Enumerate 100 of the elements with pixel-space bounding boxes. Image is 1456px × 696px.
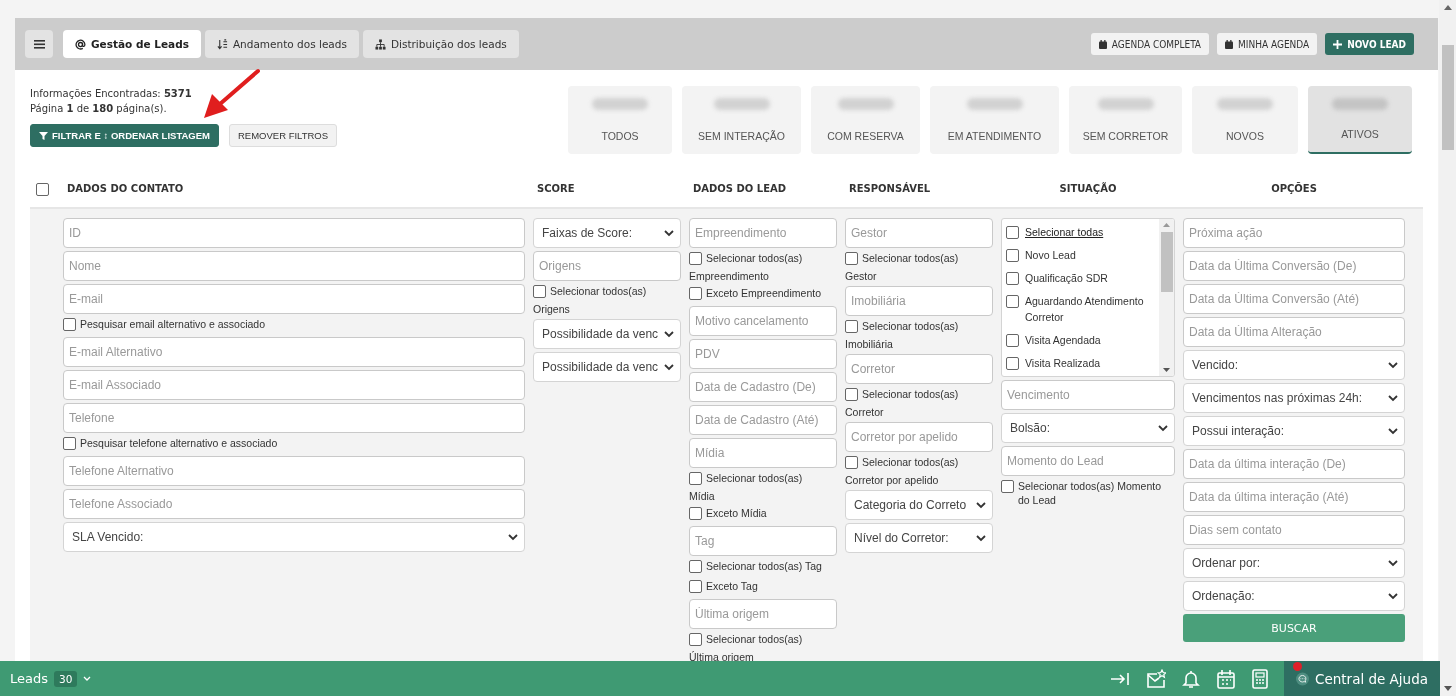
select-field[interactable]: Bolsão: <box>1001 413 1175 443</box>
checkbox[interactable] <box>689 472 702 485</box>
select-field[interactable]: Nível do Corretor: <box>845 523 993 553</box>
agenda-button[interactable]: AGENDA COMPLETA <box>1090 33 1209 55</box>
text-field[interactable]: Data da última interação (De) <box>1183 449 1405 479</box>
text-field[interactable]: Empreendimento <box>689 218 837 248</box>
checkbox-label: Selecionar todos(as) <box>706 251 803 265</box>
checkbox[interactable] <box>63 437 76 450</box>
text-field[interactable]: Imobiliária <box>845 286 993 316</box>
text-field[interactable]: Data de Cadastro (Até) <box>689 405 837 435</box>
checkbox[interactable] <box>845 388 858 401</box>
scroll-up-icon[interactable] <box>1443 5 1452 10</box>
text-field[interactable]: Momento do Lead <box>1001 446 1175 476</box>
text-field[interactable]: Tag <box>689 526 837 556</box>
help-center-button[interactable]: Central de Ajuda <box>1284 661 1440 696</box>
text-field[interactable]: Nome <box>63 251 525 281</box>
select-field[interactable]: Vencimentos nas próximas 24h: <box>1183 383 1405 413</box>
text-field[interactable]: Telefone <box>63 403 525 433</box>
text-field[interactable]: Última origem <box>689 599 837 629</box>
menu-button[interactable] <box>25 30 53 58</box>
bell-icon[interactable] <box>1182 668 1200 689</box>
text-field[interactable]: Origens <box>533 251 681 281</box>
arrow-to-line-icon[interactable] <box>1110 670 1130 687</box>
select-all-link[interactable]: Selecionar todas <box>1025 224 1104 240</box>
scroll-thumb[interactable] <box>1160 232 1173 292</box>
text-field[interactable]: E-mail <box>63 284 525 314</box>
checkbox[interactable] <box>533 285 546 298</box>
checkbox[interactable] <box>1006 357 1019 370</box>
text-field[interactable]: Data da Última Conversão (Até) <box>1183 284 1405 314</box>
select-field[interactable]: Faixas de Score: <box>533 218 681 248</box>
checkbox[interactable] <box>845 252 858 265</box>
checkbox[interactable] <box>689 507 702 520</box>
status-card[interactable]: EM ATENDIMENTO <box>930 86 1059 154</box>
blurred-value <box>1217 98 1273 110</box>
status-card[interactable]: COM RESERVA <box>811 86 920 154</box>
checkbox[interactable] <box>63 318 76 331</box>
text-field[interactable]: E-mail Alternativo <box>63 337 525 367</box>
scroll-thumb[interactable] <box>1441 45 1454 150</box>
text-field[interactable]: PDV <box>689 339 837 369</box>
tab[interactable]: Andamento dos leads <box>204 30 359 58</box>
checkbox-label: Qualificação SDR <box>1025 271 1108 286</box>
select-field[interactable]: SLA Vencido: <box>63 522 525 552</box>
tab[interactable]: Gestão de Leads <box>63 30 201 58</box>
text-field[interactable]: Data da Última Alteração <box>1183 317 1405 347</box>
select-field[interactable]: Possibilidade da venc <box>533 319 681 349</box>
text-field[interactable]: Data de Cadastro (De) <box>689 372 837 402</box>
checkbox[interactable] <box>1006 272 1019 285</box>
agenda-button[interactable]: MINHA AGENDA <box>1217 33 1318 55</box>
checkbox[interactable] <box>1006 295 1019 308</box>
text-field[interactable]: Vencimento <box>1001 380 1175 410</box>
text-field[interactable]: Data da Última Conversão (De) <box>1183 251 1405 281</box>
checkbox[interactable] <box>845 456 858 469</box>
text-field[interactable]: Dias sem contato <box>1183 515 1405 545</box>
status-card[interactable]: NOVOS <box>1192 86 1298 154</box>
tab[interactable]: Distribuição dos leads <box>362 30 519 58</box>
text-field[interactable]: Mídia <box>689 438 837 468</box>
select-field[interactable]: Ordenação: <box>1183 581 1405 611</box>
new-lead-button[interactable]: NOVO LEAD <box>1325 33 1414 55</box>
status-card[interactable]: ATIVOS <box>1308 86 1412 154</box>
envelope-star-icon[interactable] <box>1146 668 1166 689</box>
checkbox[interactable] <box>1006 334 1019 347</box>
checkbox[interactable] <box>689 287 702 300</box>
text-field[interactable]: ID <box>63 218 525 248</box>
remove-filters-button[interactable]: REMOVER FILTROS <box>229 124 338 147</box>
select-field[interactable]: Possibilidade da venc <box>533 352 681 382</box>
scrollbar[interactable] <box>1159 219 1174 376</box>
text-field[interactable]: Motivo cancelamento <box>689 306 837 336</box>
text-field[interactable]: E-mail Associado <box>63 370 525 400</box>
calculator-icon[interactable] <box>1252 668 1268 689</box>
text-field[interactable]: Próxima ação <box>1183 218 1405 248</box>
checkbox[interactable] <box>1006 226 1019 239</box>
scroll-down-icon[interactable] <box>1163 368 1170 372</box>
text-field[interactable]: Telefone Associado <box>63 489 525 519</box>
checkbox[interactable] <box>689 252 702 265</box>
text-field[interactable]: Corretor por apelido <box>845 422 993 452</box>
status-card[interactable]: SEM INTERAÇÃO <box>682 86 801 154</box>
select-field[interactable]: Vencido: <box>1183 350 1405 380</box>
scroll-down-icon[interactable] <box>1443 686 1452 691</box>
select-field[interactable]: Categoria do Correto <box>845 490 993 520</box>
module-switcher[interactable]: Leads 30 <box>0 670 102 687</box>
checkbox[interactable] <box>1001 480 1014 493</box>
checkbox[interactable] <box>845 320 858 333</box>
checkbox-label: Exceto Mídia <box>706 506 767 520</box>
checkbox[interactable] <box>689 633 702 646</box>
checkbox[interactable] <box>689 580 702 593</box>
calendar-icon[interactable] <box>1216 668 1236 689</box>
filter-sort-button[interactable]: FILTRAR E ↕ ORDENAR LISTAGEM <box>30 124 219 147</box>
status-card[interactable]: TODOS <box>568 86 672 154</box>
checkbox[interactable] <box>689 560 702 573</box>
checkbox[interactable] <box>1006 249 1019 262</box>
checkbox[interactable] <box>36 182 49 196</box>
text-field[interactable]: Corretor <box>845 354 993 384</box>
text-field[interactable]: Gestor <box>845 218 993 248</box>
text-field[interactable]: Data da última interação (Até) <box>1183 482 1405 512</box>
select-field[interactable]: Possui interação: <box>1183 416 1405 446</box>
select-field[interactable]: Ordenar por: <box>1183 548 1405 578</box>
chevron-down-icon <box>1388 559 1398 567</box>
checkbox-label: Selecionar todos(as) <box>550 284 647 298</box>
status-card[interactable]: SEM CORRETOR <box>1069 86 1182 154</box>
text-field[interactable]: Telefone Alternativo <box>63 456 525 486</box>
